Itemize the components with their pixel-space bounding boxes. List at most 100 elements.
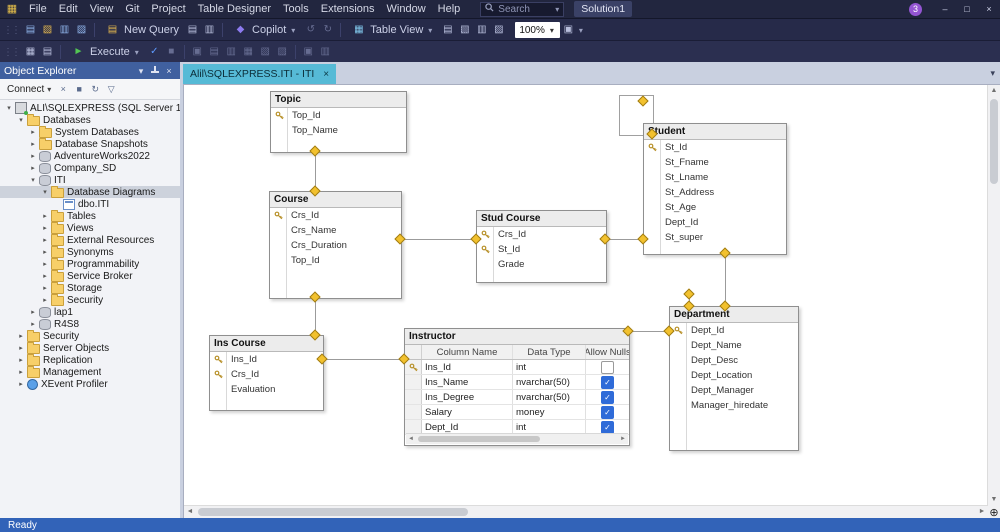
column-name-cell[interactable]: Dept_Id <box>422 420 513 434</box>
vertical-scroll-thumb[interactable] <box>990 99 998 184</box>
indent-icon[interactable]: ▨ <box>274 44 291 60</box>
new-query-button[interactable]: ▤ New Query <box>99 20 184 40</box>
expand-arrow-icon[interactable]: ▸ <box>16 344 26 352</box>
table-title[interactable]: Student <box>644 124 786 140</box>
manage-keys-icon[interactable]: ▨ <box>490 22 507 38</box>
table-title[interactable]: Stud Course <box>477 211 606 227</box>
query-options-icon[interactable]: ▣ <box>300 44 317 60</box>
expand-arrow-icon[interactable]: ▸ <box>16 332 26 340</box>
tab-database-diagram[interactable]: Alil\SQLEXPRESS.ITI - ITI × <box>183 64 336 84</box>
available-databases-icon[interactable]: ▦ <box>22 44 39 60</box>
filter-icon[interactable]: ▽ <box>104 84 118 95</box>
column-row[interactable]: St_Address <box>644 185 786 200</box>
expand-arrow-icon[interactable]: ▸ <box>28 320 38 328</box>
tree-item-adventureworks2022[interactable]: ▸AdventureWorks2022 <box>0 150 180 162</box>
tree-item-tables[interactable]: ▸Tables <box>0 210 180 222</box>
tree-item-synonyms[interactable]: ▸Synonyms <box>0 246 180 258</box>
grid-row[interactable]: Salarymoney✓ <box>405 405 629 420</box>
diagram-table-department[interactable]: DepartmentDept_IdDept_NameDept_DescDept_… <box>669 306 799 451</box>
column-row[interactable]: Crs_Id <box>210 367 323 382</box>
expand-arrow-icon[interactable]: ▾ <box>28 176 38 184</box>
tree-item-company-sd[interactable]: ▸Company_SD <box>0 162 180 174</box>
column-row[interactable]: Top_Id <box>271 108 406 123</box>
tab-list-caret-icon[interactable]: ▾ <box>990 68 995 79</box>
column-row[interactable]: Ins_Id <box>210 352 323 367</box>
allow-nulls-checkbox[interactable]: ✓ <box>601 376 614 389</box>
tab-close-icon[interactable]: × <box>323 69 329 80</box>
diagram-table-student[interactable]: StudentSt_IdSt_FnameSt_LnameSt_AddressSt… <box>643 123 787 255</box>
tree-item-system-databases[interactable]: ▸System Databases <box>0 126 180 138</box>
column-row[interactable]: Crs_Id <box>270 208 401 223</box>
horizontal-scroll-thumb[interactable] <box>198 508 468 516</box>
diagram-canvas[interactable]: TopicTop_IdTop_NameCourseCrs_IdCrs_NameC… <box>184 85 988 506</box>
relationship-line[interactable] <box>725 253 726 306</box>
table-title[interactable]: Course <box>270 192 401 208</box>
toolbar-overflow-icon[interactable]: ▾ <box>577 26 585 35</box>
tree-item-ali-sqlexpress-sql-server-16-0-1000-al[interactable]: ▾ALI\SQLEXPRESS (SQL Server 16.0.1000 - … <box>0 102 180 114</box>
column-row[interactable]: St_Age <box>644 200 786 215</box>
diagram-table-ins-course[interactable]: Ins CourseIns_IdCrs_IdEvaluation <box>209 335 324 411</box>
pan-button[interactable]: ⊕ <box>988 506 1000 518</box>
column-row[interactable]: Dept_Manager <box>670 383 798 398</box>
results-text-icon[interactable]: ▤ <box>206 44 223 60</box>
expand-arrow-icon[interactable]: ▸ <box>16 356 26 364</box>
tree-item-database-diagrams[interactable]: ▾Database Diagrams <box>0 186 180 198</box>
column-row[interactable]: Dept_Desc <box>670 353 798 368</box>
tree-item-xevent-profiler[interactable]: ▸XEvent Profiler <box>0 378 180 390</box>
generate-script-icon[interactable]: ▣ <box>560 22 577 38</box>
data-type-cell[interactable]: int <box>513 420 586 434</box>
expand-arrow-icon[interactable]: ▸ <box>40 272 50 280</box>
column-row[interactable]: Dept_Id <box>644 215 786 230</box>
column-row[interactable]: St_Id <box>477 242 606 257</box>
results-grid-icon[interactable]: ▣ <box>189 44 206 60</box>
stop-icon[interactable]: ■ <box>72 84 86 94</box>
copilot-button[interactable]: ◆ Copilot ▾ <box>227 20 302 40</box>
column-row[interactable]: Crs_Duration <box>270 238 401 253</box>
expand-arrow-icon[interactable]: ▾ <box>4 104 14 112</box>
grid-row[interactable]: Ins_Idint <box>405 360 629 375</box>
expand-arrow-icon[interactable]: ▸ <box>40 296 50 304</box>
column-row[interactable]: Grade <box>477 257 606 272</box>
column-name-cell[interactable]: Ins_Name <box>422 375 513 389</box>
column-row[interactable]: Evaluation <box>210 382 323 397</box>
column-row[interactable]: Crs_Id <box>477 227 606 242</box>
column-name-cell[interactable]: Ins_Degree <box>422 390 513 404</box>
tree-item-database-snapshots[interactable]: ▸Database Snapshots <box>0 138 180 150</box>
expand-arrow-icon[interactable]: ▾ <box>40 188 50 196</box>
column-row[interactable]: St_Id <box>644 140 786 155</box>
diagram-table-instructor[interactable]: InstructorColumn NameData TypeAllow Null… <box>404 328 630 446</box>
manage-indexes-icon[interactable]: ▥ <box>473 22 490 38</box>
tree-item-dbo-iti[interactable]: dbo.ITI <box>0 198 180 210</box>
diagram-table-topic[interactable]: TopicTop_IdTop_Name <box>270 91 407 153</box>
zoom-select[interactable]: 100% ▾ <box>515 22 560 38</box>
scroll-left-icon[interactable]: ◄ <box>406 436 416 442</box>
tree-item-external-resources[interactable]: ▸External Resources <box>0 234 180 246</box>
undo-icon[interactable]: ↺ <box>302 22 319 38</box>
search-scope-caret-icon[interactable]: ▾ <box>555 5 559 14</box>
expand-arrow-icon[interactable]: ▸ <box>28 140 38 148</box>
refresh-icon[interactable]: ↻ <box>88 84 102 95</box>
expand-arrow-icon[interactable]: ▾ <box>16 116 26 124</box>
expand-arrow-icon[interactable]: ▸ <box>40 248 50 256</box>
menu-item-extensions[interactable]: Extensions <box>315 0 381 18</box>
allow-nulls-checkbox[interactable]: ✓ <box>601 421 614 434</box>
add-relationship-icon[interactable]: ▧ <box>456 22 473 38</box>
column-row[interactable]: St_super <box>644 230 786 245</box>
change-connection-icon[interactable]: ▤ <box>39 44 56 60</box>
data-type-cell[interactable]: money <box>513 405 586 419</box>
titlebar-caret-icon[interactable]: ▾ <box>134 65 148 77</box>
data-type-cell[interactable]: nvarchar(50) <box>513 375 586 389</box>
table-title[interactable]: Topic <box>271 92 406 108</box>
menu-item-help[interactable]: Help <box>432 0 467 18</box>
data-type-cell[interactable]: int <box>513 360 586 374</box>
vertical-scrollbar[interactable]: ▲ ▼ <box>987 85 1000 506</box>
scroll-thumb[interactable] <box>418 436 540 442</box>
expand-arrow-icon[interactable]: ▸ <box>28 128 38 136</box>
menu-item-project[interactable]: Project <box>145 0 191 18</box>
column-name-cell[interactable]: Ins_Id <box>422 360 513 374</box>
expand-arrow-icon[interactable]: ▸ <box>16 368 26 376</box>
cancel-query-icon[interactable]: ■ <box>163 44 180 60</box>
expand-arrow-icon[interactable]: ▸ <box>16 380 26 388</box>
save-all-icon[interactable]: ▨ <box>73 22 90 38</box>
tree-item-service-broker[interactable]: ▸Service Broker <box>0 270 180 282</box>
